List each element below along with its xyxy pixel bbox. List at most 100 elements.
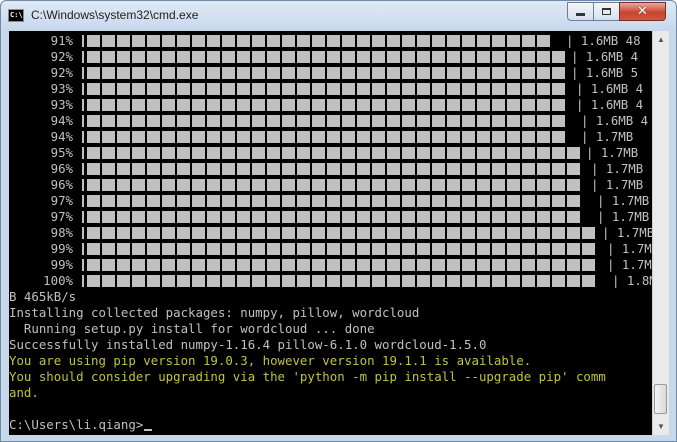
progress-percent: 97%	[50, 209, 73, 224]
progress-info: | 1.6MB 4	[571, 49, 639, 64]
progress-line: 96% | 1.7MB	[9, 161, 652, 177]
progress-bar-left-edge	[82, 51, 84, 63]
progress-percent: 100%	[43, 273, 73, 288]
progress-info: | 1.7MB	[607, 241, 652, 256]
progress-bar-left-edge	[82, 131, 84, 143]
progress-percent: 99%	[50, 257, 73, 272]
progress-percent: 91%	[50, 33, 73, 48]
progress-percent: 99%	[50, 241, 73, 256]
progress-info: | 1.6MB 5	[571, 65, 639, 80]
progress-bar-left-edge	[82, 35, 84, 47]
vertical-scrollbar[interactable]: ▲ ▼	[652, 31, 669, 435]
progress-info: | 1.6MB 4	[576, 97, 644, 112]
progress-line: 91% | 1.6MB 48	[9, 33, 652, 49]
progress-line: 96% | 1.7MB	[9, 177, 652, 193]
progress-bar-left-edge	[82, 195, 84, 207]
console-text-line: You are using pip version 19.0.3, howeve…	[9, 353, 532, 368]
text-cursor	[144, 429, 153, 431]
progress-percent: 96%	[50, 177, 73, 192]
progress-line: 98% | 1.7MB	[9, 225, 652, 241]
window-title: C:\Windows\system32\cmd.exe	[31, 8, 199, 22]
cmd-window: C:\ C:\Windows\system32\cmd.exe ✕ 91% | 1…	[0, 0, 677, 442]
progress-bar-left-edge	[82, 83, 84, 95]
progress-line: 95% | 1.7MB	[9, 145, 652, 161]
scroll-down-arrow-icon[interactable]: ▼	[653, 418, 669, 435]
progress-bar-fill	[87, 259, 595, 271]
progress-bar-fill	[87, 243, 595, 255]
maximize-icon	[602, 8, 611, 15]
progress-percent: 94%	[50, 113, 73, 128]
progress-info: | 1.7MB	[581, 129, 634, 144]
progress-bar-left-edge	[82, 163, 84, 175]
progress-bar-fill	[87, 35, 550, 47]
console-text-line: Running setup.py install for wordcloud .…	[9, 321, 375, 336]
maximize-button[interactable]	[593, 2, 620, 21]
progress-bar-fill	[87, 195, 580, 207]
progress-line: 99% | 1.7MB	[9, 257, 652, 273]
console-text-line: and.	[9, 385, 39, 400]
progress-bar-left-edge	[82, 147, 84, 159]
progress-info: | 1.8M	[612, 273, 652, 288]
cmd-app-icon[interactable]: C:\	[8, 9, 24, 22]
title-bar[interactable]: C:\ C:\Windows\system32\cmd.exe ✕	[1, 1, 676, 30]
progress-info: | 1.6MB 4	[581, 113, 649, 128]
console-text-line	[9, 401, 652, 417]
progress-bar-left-edge	[82, 227, 84, 239]
progress-bar-fill	[87, 83, 565, 95]
progress-bar-fill	[87, 51, 565, 63]
progress-percent: 92%	[50, 49, 73, 64]
minimize-icon	[576, 13, 585, 16]
progress-line: 97% | 1.7MB	[9, 209, 652, 225]
progress-line: 94% | 1.6MB 4	[9, 113, 652, 129]
progress-line: 92% | 1.6MB 4	[9, 49, 652, 65]
progress-line: 93% | 1.6MB 4	[9, 81, 652, 97]
progress-info: | 1.7MB	[607, 257, 652, 272]
progress-info: | 1.7MB	[602, 225, 652, 240]
progress-bar-fill	[87, 131, 565, 143]
progress-info: | 1.7MB	[597, 193, 650, 208]
progress-line: 92% | 1.6MB 5	[9, 65, 652, 81]
progress-percent: 95%	[50, 145, 73, 160]
progress-bar-fill	[87, 179, 580, 191]
progress-percent: 94%	[50, 129, 73, 144]
close-button[interactable]: ✕	[619, 2, 666, 21]
close-icon: ✕	[637, 4, 648, 19]
console-text-line: You should consider upgrading via the 'p…	[9, 369, 606, 384]
progress-percent: 96%	[50, 161, 73, 176]
progress-percent: 93%	[50, 97, 73, 112]
scrollbar-thumb[interactable]	[654, 384, 667, 414]
progress-bar-fill	[87, 275, 595, 287]
progress-bar-fill	[87, 99, 565, 111]
progress-bar-left-edge	[82, 211, 84, 223]
progress-bar-left-edge	[82, 99, 84, 111]
progress-line: 99% | 1.7MB	[9, 241, 652, 257]
progress-bar-left-edge	[82, 259, 84, 271]
progress-percent: 98%	[50, 225, 73, 240]
progress-line: 94% | 1.7MB	[9, 129, 652, 145]
scroll-up-arrow-icon[interactable]: ▲	[653, 31, 669, 48]
progress-percent: 97%	[50, 193, 73, 208]
console-text-line: Successfully installed numpy-1.16.4 pill…	[9, 337, 487, 352]
minimize-button[interactable]	[567, 2, 594, 21]
progress-bar-fill	[87, 67, 565, 79]
progress-info: | 1.7MB	[591, 177, 644, 192]
progress-bar-left-edge	[82, 243, 84, 255]
progress-bar-fill	[87, 115, 565, 127]
console-output[interactable]: 91% | 1.6MB 48 92% | 1.6MB 4 92% | 1.6MB 5 93%…	[9, 31, 652, 435]
progress-info: | 1.7MB	[597, 209, 650, 224]
progress-bar-left-edge	[82, 275, 84, 287]
progress-info: | 1.6MB 4	[576, 81, 644, 96]
progress-bar-fill	[87, 147, 580, 159]
progress-bar-left-edge	[82, 179, 84, 191]
progress-line: 93% | 1.6MB 4	[9, 97, 652, 113]
progress-bar-fill	[87, 227, 595, 239]
progress-bar-fill	[87, 163, 580, 175]
progress-info: | 1.6MB 48	[566, 33, 641, 48]
command-prompt-line[interactable]: C:\Users\li.qiang>	[9, 417, 652, 433]
progress-percent: 92%	[50, 65, 73, 80]
command-prompt: C:\Users\li.qiang>	[9, 417, 144, 432]
progress-info: | 1.7MB	[586, 145, 639, 160]
console-text-line: B 465kB/s	[9, 289, 77, 304]
console-text-line: Installing collected packages: numpy, pi…	[9, 305, 420, 320]
progress-bar-fill	[87, 211, 580, 223]
